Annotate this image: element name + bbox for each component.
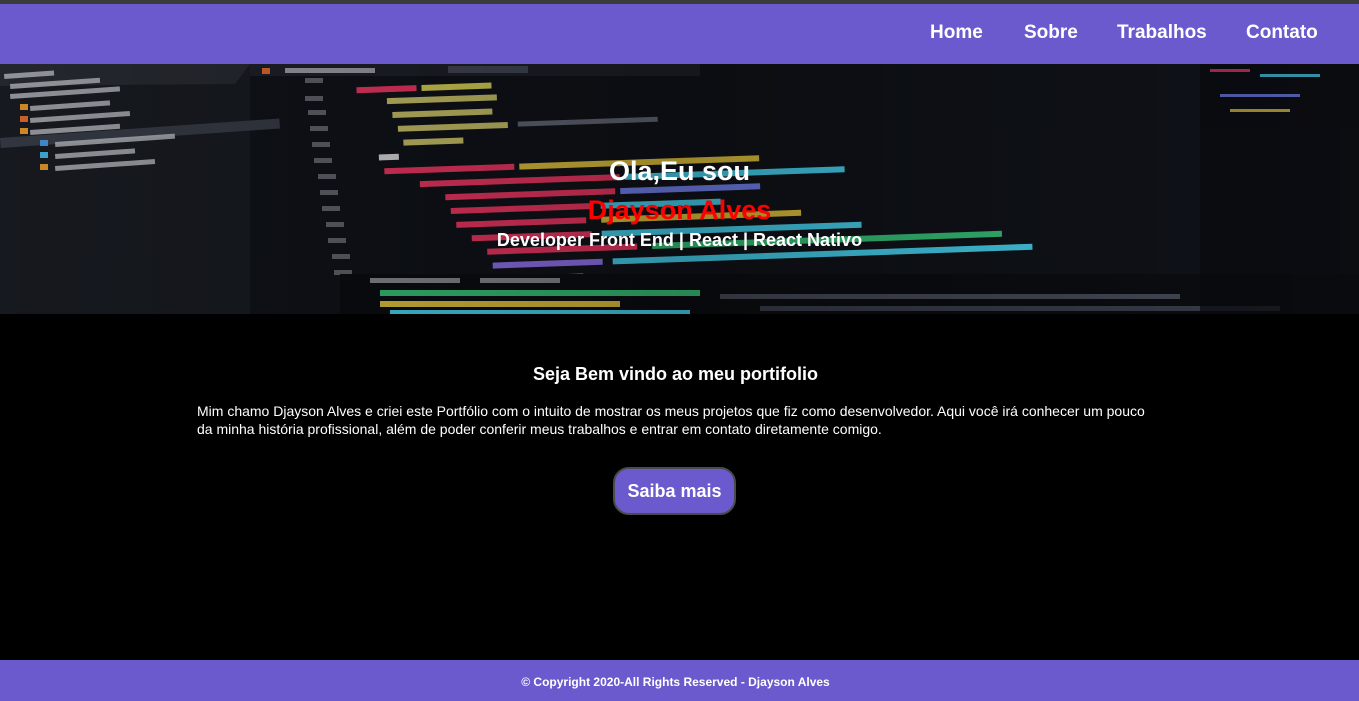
nav-link-sobre[interactable]: Sobre (1024, 22, 1078, 44)
about-text: Mim chamo Djayson Alves e criei este Por… (197, 403, 1145, 437)
hero-name: Djayson Alves (587, 195, 772, 225)
nav-link-trabalhos[interactable]: Trabalhos (1117, 22, 1207, 44)
saiba-mais-button[interactable]: Saiba mais (613, 467, 736, 515)
hero-role: Developer Front End | React | React Nati… (496, 230, 863, 250)
hero-banner: Ola,Eu sou Djayson Alves Developer Front… (0, 64, 1359, 314)
nav-link-contato[interactable]: Contato (1246, 22, 1318, 44)
nav-link-home[interactable]: Home (930, 22, 983, 44)
footer: © Copyright 2020-All Rights Reserved - D… (0, 660, 1359, 701)
footer-copyright: © Copyright 2020-All Rights Reserved - D… (521, 675, 830, 689)
code-editor-background-image (0, 64, 1359, 314)
navbar: Home Sobre Trabalhos Contato (0, 4, 1359, 64)
about-title: Seja Bem vindo ao meu portifolio (532, 364, 819, 384)
hero-greeting: Ola,Eu sou (608, 156, 751, 186)
